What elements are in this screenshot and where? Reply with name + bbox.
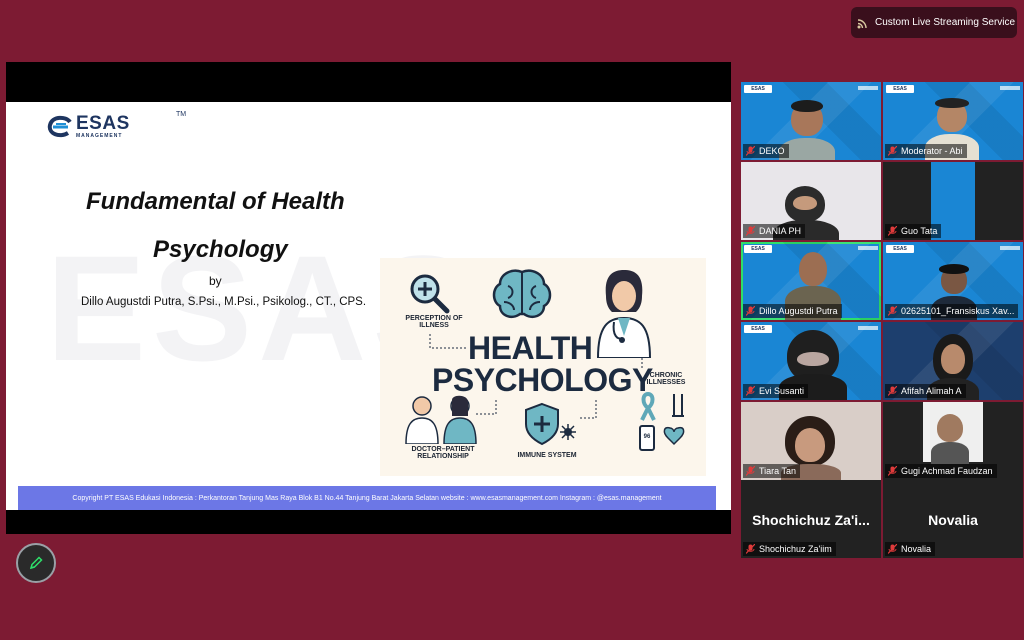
participant-tile[interactable]: ESAS Evi Susanti [741,322,881,400]
esas-logo: ESAS MANAGEMENT TM [46,111,186,139]
presentation-slide: ESAS ESAS MANAGEMENT TM Fundamental of H… [6,102,731,510]
mic-muted-icon [746,386,755,396]
logo-subtitle: MANAGEMENT [76,133,123,139]
participant-tile[interactable]: ESAS 02625101_Fransiskus Xav... [883,242,1023,320]
participant-tile[interactable]: DANIA PH [741,162,881,240]
participant-tile[interactable]: Tiara Tan [741,402,881,480]
tile-brand-bar [1000,246,1020,250]
participant-display-name: Novalia [928,512,978,528]
mic-muted-icon [888,466,897,476]
mic-muted-icon [746,306,755,316]
trademark: TM [176,111,187,118]
tile-brand-bar [858,326,878,330]
health-psychology-infographic: PERCEPTION OF ILLNESS HEALTH PSYCHOLOGY … [380,258,706,476]
participant-name-tag: Novalia [885,542,936,556]
participant-tile[interactable]: Guo Tata [883,162,1023,240]
mic-muted-icon [888,146,897,156]
participant-tile[interactable]: ESAS DEKO [741,82,881,160]
mic-muted-icon [746,226,755,236]
slide-by: by [209,274,222,288]
mic-muted-icon [888,544,897,554]
pen-icon [29,556,43,570]
participant-name-tag: DEKO [743,144,789,158]
shared-screen: ESAS ESAS MANAGEMENT TM Fundamental of H… [6,62,731,534]
tile-logo: ESAS [744,245,772,253]
live-streaming-label: Custom Live Streaming Service [875,17,1016,28]
tile-logo: ESAS [886,245,914,253]
participant-name-tag: Evi Susanti [743,384,809,398]
slide-footer: Copyright PT ESAS Edukasi Indonesia : Pe… [18,486,716,510]
participant-name-tag: Gugi Achmad Faudzan [885,464,997,478]
participant-tile[interactable]: Afifah Alimah A [883,322,1023,400]
participant-tile[interactable]: Gugi Achmad Faudzan [883,402,1023,480]
participant-name-tag: Tiara Tan [743,464,801,478]
mic-muted-icon [746,544,755,554]
mic-muted-icon [746,146,755,156]
participant-display-name: Shochichuz Za'i... [752,512,870,528]
participant-gallery: ESAS DEKO ESAS Moderator - Abi DANIA PH … [741,82,1023,558]
mic-muted-icon [746,466,755,476]
tile-brand-bar [1000,86,1020,90]
broadcast-icon [857,18,867,28]
participant-name-tag: Dillo Augustdi Putra [743,304,842,318]
connector-lines [429,334,643,419]
tile-logo: ESAS [744,325,772,333]
logo-word: ESAS [76,113,130,134]
tile-brand-bar [858,86,878,90]
participant-name-tag: Guo Tata [885,224,942,238]
annotate-button[interactable] [16,543,56,583]
participant-name-tag: Moderator - Abi [885,144,967,158]
participant-name-tag: Afifah Alimah A [885,384,966,398]
slide-author: Dillo Augustdi Putra, S.Psi., M.Psi., Ps… [81,296,367,308]
custom-live-streaming-button[interactable]: Custom Live Streaming Service [851,7,1017,38]
mic-muted-icon [888,386,897,396]
mic-muted-icon [888,226,897,236]
esas-logo-mark-icon [47,115,72,137]
slide-title-line1: Fundamental of Health [86,188,345,215]
participant-name-tag: DANIA PH [743,224,806,238]
participant-tile[interactable]: ESAS Moderator - Abi [883,82,1023,160]
tile-logo: ESAS [744,85,772,93]
mic-muted-icon [888,306,897,316]
tile-brand-bar [858,246,878,250]
participant-name-tag: Shochichuz Za'iim [743,542,836,556]
participant-tile-active-speaker[interactable]: ESAS Dillo Augustdi Putra [741,242,881,320]
participant-tile-video-off[interactable]: Shochichuz Za'i... Shochichuz Za'iim [741,480,881,558]
tile-logo: ESAS [886,85,914,93]
slide-title-line2: Psychology [153,236,288,263]
participant-tile-video-off[interactable]: Novalia Novalia [883,480,1023,558]
participant-name-tag: 02625101_Fransiskus Xav... [885,304,1019,318]
